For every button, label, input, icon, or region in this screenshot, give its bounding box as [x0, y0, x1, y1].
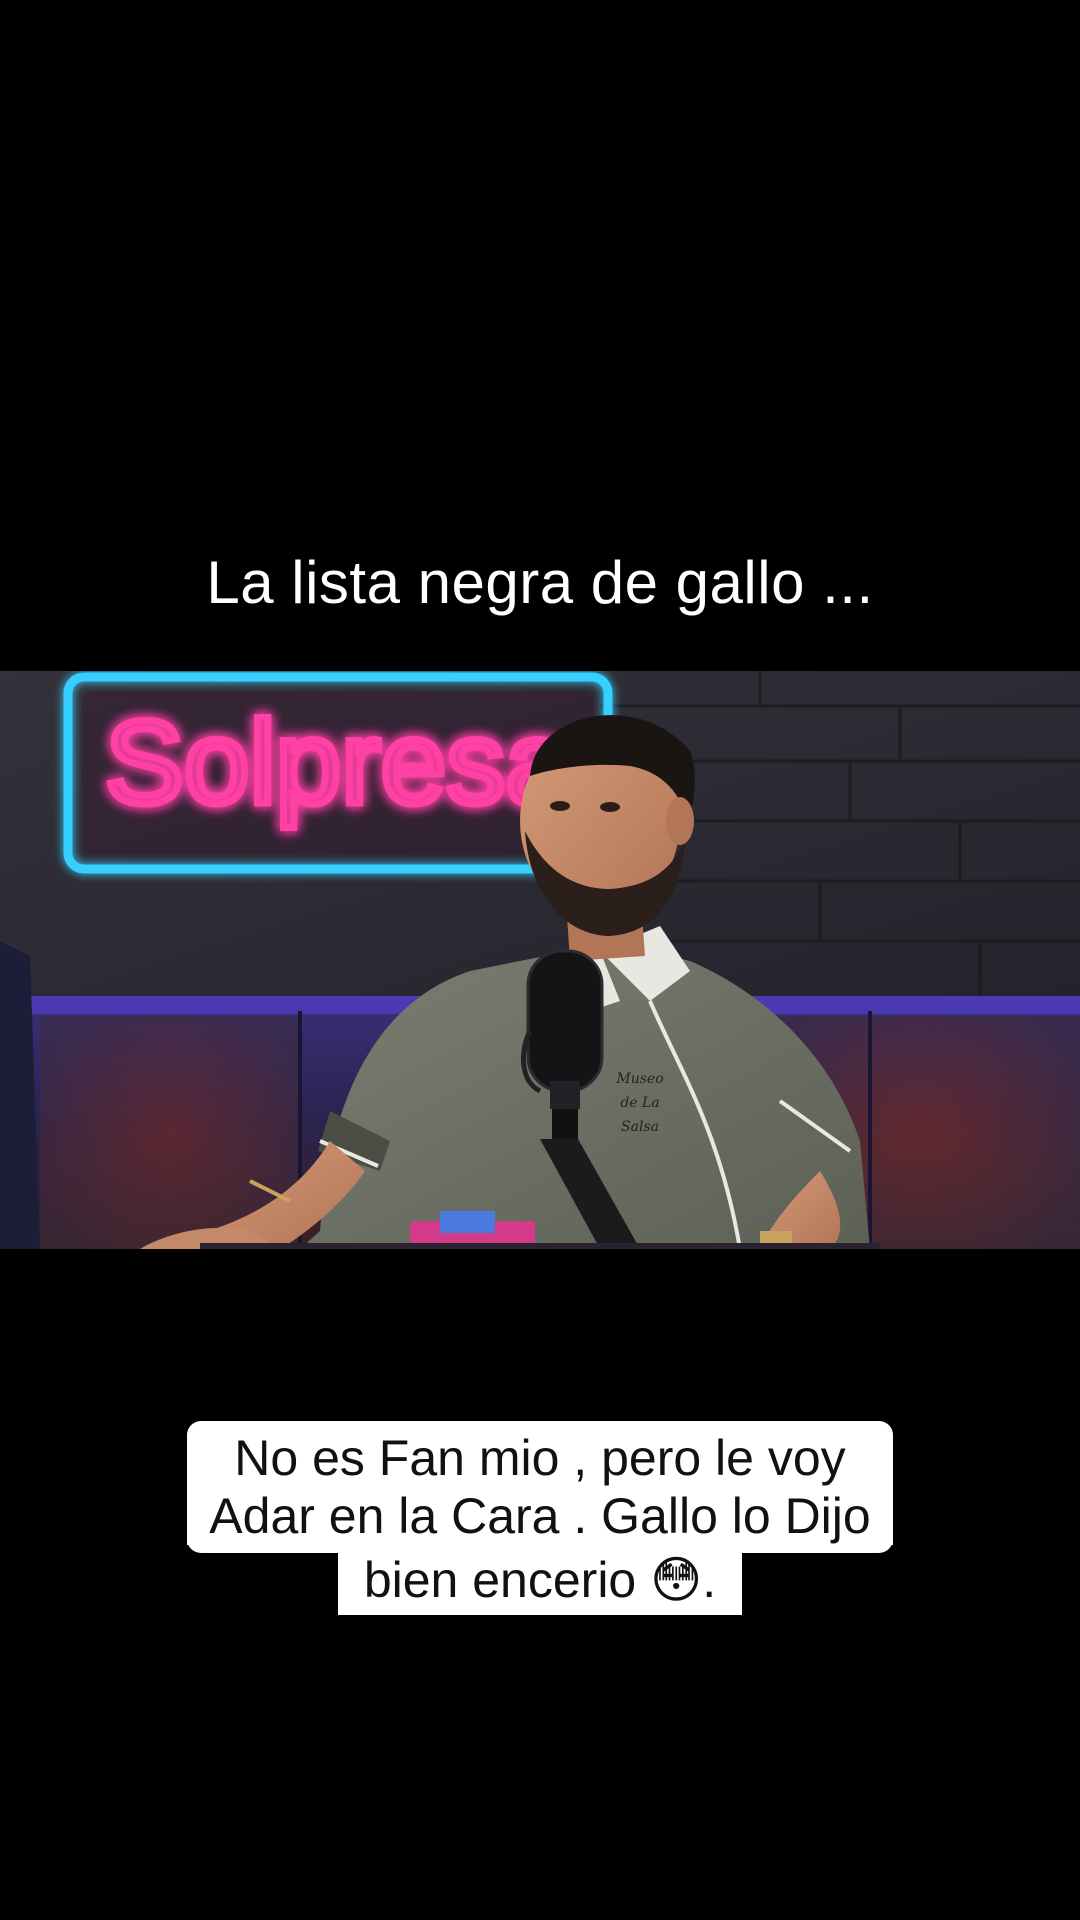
caption-line-1: No es Fan mio , pero le voy — [212, 1429, 868, 1487]
video-scene: Solpresa Museo de La Salsa — [0, 671, 1080, 1249]
svg-text:Museo: Museo — [615, 1071, 663, 1087]
caption-box: No es Fan mio , pero le voy Adar en la C… — [187, 1421, 893, 1553]
video-title-overlay: La lista negra de gallo ... — [206, 549, 874, 616]
neon-sign-text: Solpresa — [105, 697, 571, 829]
caption-box-last: bien encerio 😳. — [337, 1551, 743, 1615]
svg-text:Salsa: Salsa — [621, 1119, 659, 1135]
svg-text:de La: de La — [620, 1095, 659, 1111]
video-frame[interactable]: Solpresa Museo de La Salsa — [0, 671, 1080, 1249]
caption-line-3: bien encerio 😳. — [337, 1551, 743, 1615]
shirt-logo: Museo de La Salsa — [615, 1071, 663, 1135]
caption-line-2: Adar en la Cara . Gallo lo Dijo — [187, 1487, 893, 1545]
video-screen[interactable]: La lista negra de gallo ... Solpresa Mus… — [0, 0, 1080, 1920]
caption-overlay: No es Fan mio , pero le voy Adar en la C… — [0, 1421, 1080, 1615]
